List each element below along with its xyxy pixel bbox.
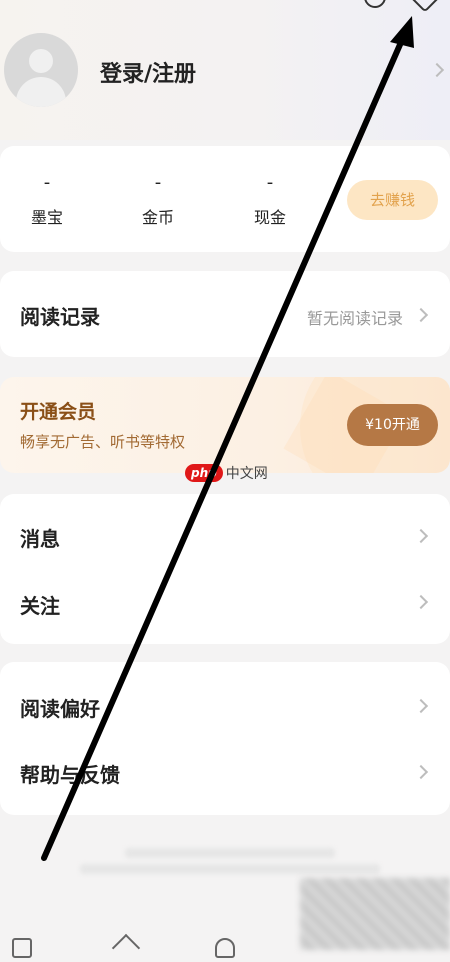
annotation-arrow-head	[390, 16, 414, 48]
annotation-arrow-shaft	[41, 37, 405, 861]
annotation-arrow	[41, 16, 414, 861]
